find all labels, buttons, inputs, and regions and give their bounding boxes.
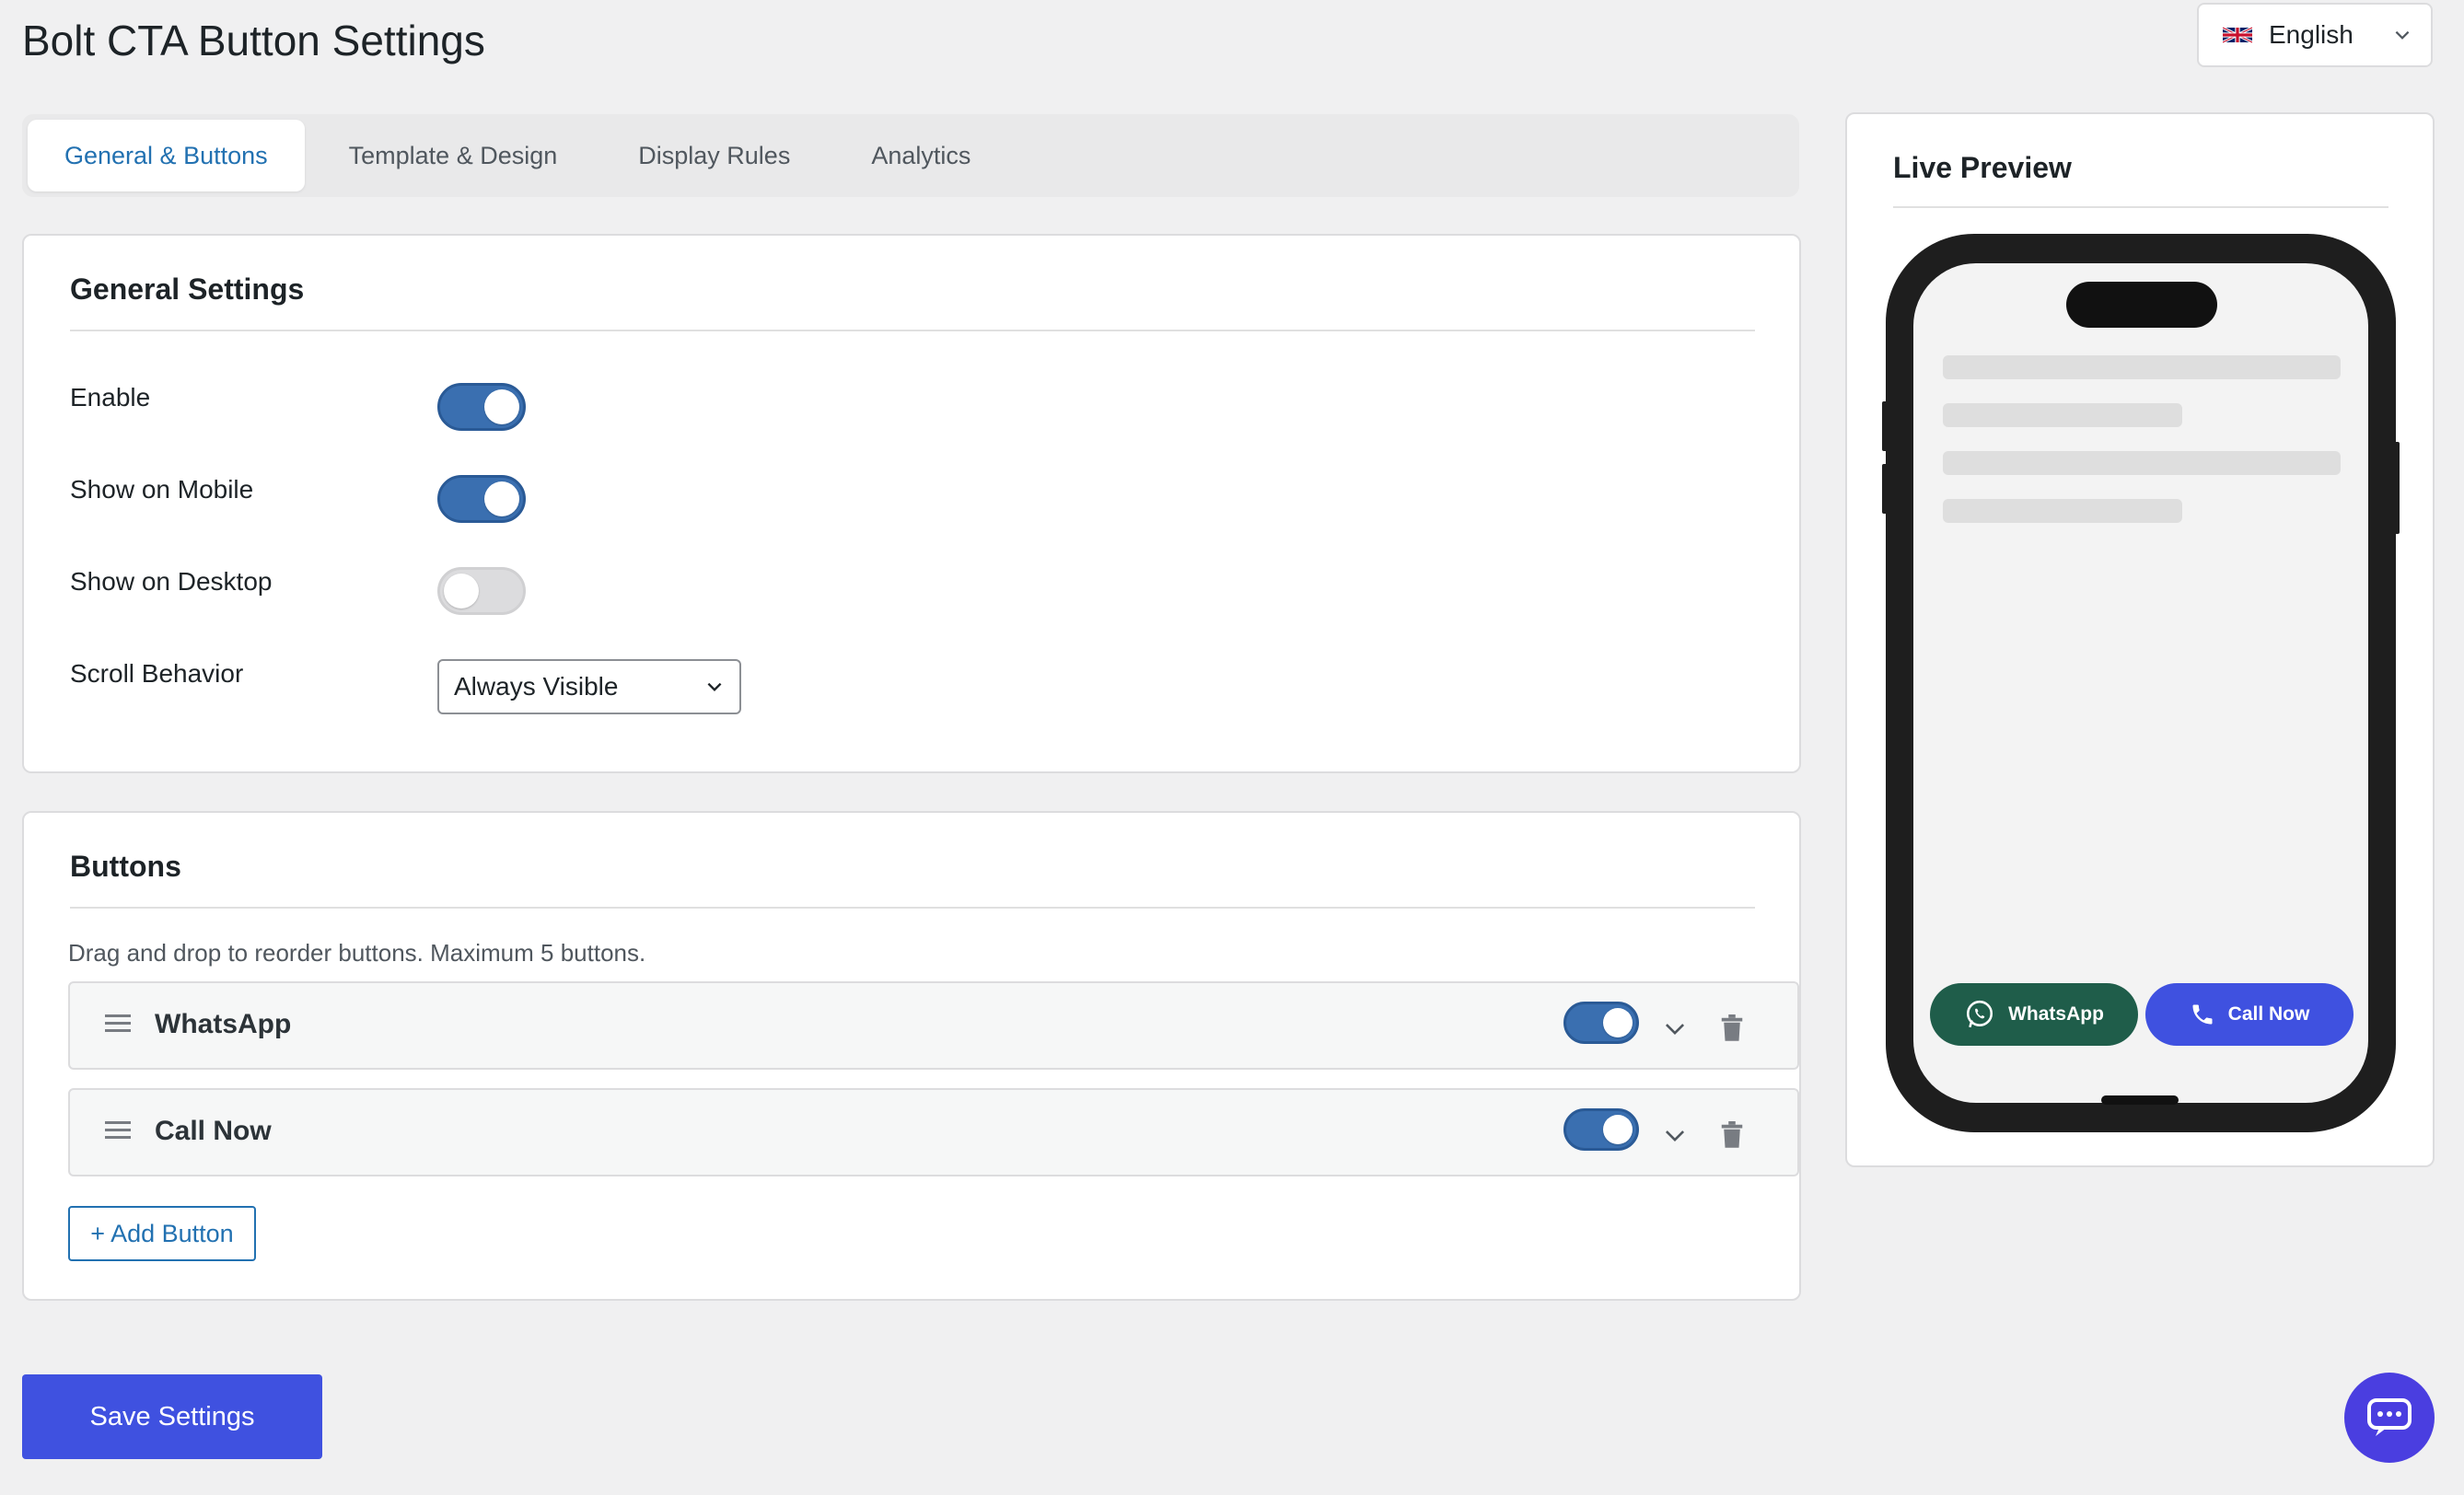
divider	[1893, 206, 2388, 208]
button-row-call-now[interactable]: Call Now	[68, 1088, 1799, 1176]
phone-icon	[2192, 1004, 2213, 1025]
chevron-down-icon	[2395, 30, 2410, 40]
enable-label: Enable	[70, 383, 151, 411]
dynamic-island	[2066, 282, 2217, 328]
chat-support-button[interactable]	[2344, 1373, 2435, 1463]
language-label: English	[2269, 20, 2354, 49]
chevron-down-icon	[707, 682, 722, 692]
live-preview-title: Live Preview	[1893, 151, 2072, 184]
general-settings-card: General Settings Enable Show on Mobile S…	[22, 234, 1801, 773]
buttons-title: Buttons	[70, 850, 181, 883]
language-selector[interactable]: English	[2197, 3, 2433, 67]
tab-template-design[interactable]: Template & Design	[312, 120, 595, 191]
button-row-label: WhatsApp	[155, 1009, 292, 1039]
phone-mockup: WhatsApp Call Now	[1886, 234, 2396, 1132]
buttons-hint: Drag and drop to reorder buttons. Maximu…	[68, 939, 646, 967]
divider	[70, 907, 1755, 909]
tab-bar: General & Buttons Template & Design Disp…	[22, 114, 1799, 197]
skeleton-line	[1943, 355, 2341, 379]
show-desktop-label: Show on Desktop	[70, 567, 273, 596]
chevron-down-icon[interactable]	[1663, 1123, 1687, 1147]
drag-handle-icon[interactable]	[105, 1013, 131, 1035]
trash-icon[interactable]	[1720, 1121, 1744, 1149]
save-settings-button[interactable]: Save Settings	[22, 1374, 322, 1459]
button-row-whatsapp[interactable]: WhatsApp	[68, 981, 1799, 1070]
preview-whatsapp-label: WhatsApp	[2008, 1003, 2104, 1025]
page-title: Bolt CTA Button Settings	[22, 17, 485, 64]
preview-call-now-label: Call Now	[2227, 1003, 2310, 1025]
scroll-behavior-select[interactable]: Always Visible	[437, 659, 741, 714]
tab-general-buttons[interactable]: General & Buttons	[28, 120, 305, 191]
phone-screen: WhatsApp Call Now	[1913, 263, 2368, 1103]
preview-whatsapp-button[interactable]: WhatsApp	[1930, 983, 2138, 1046]
call-now-toggle[interactable]	[1563, 1108, 1639, 1151]
divider	[70, 330, 1755, 331]
chat-icon	[2367, 1398, 2412, 1436]
phone-home-indicator	[2101, 1095, 2179, 1105]
enable-toggle[interactable]	[437, 383, 526, 431]
scroll-behavior-label: Scroll Behavior	[70, 659, 244, 688]
skeleton-line	[1943, 403, 2182, 427]
skeleton-line	[1943, 499, 2182, 523]
chevron-down-icon[interactable]	[1663, 1016, 1687, 1040]
add-button[interactable]: + Add Button	[68, 1206, 256, 1261]
show-mobile-toggle[interactable]	[437, 475, 526, 523]
button-row-label: Call Now	[155, 1116, 272, 1146]
uk-flag-icon	[2223, 26, 2252, 44]
whatsapp-icon	[1967, 1000, 1993, 1028]
trash-icon[interactable]	[1720, 1014, 1744, 1042]
general-settings-title: General Settings	[70, 272, 305, 306]
tab-analytics[interactable]: Analytics	[834, 120, 1007, 191]
scroll-behavior-value: Always Visible	[454, 672, 619, 701]
tab-display-rules[interactable]: Display Rules	[601, 120, 827, 191]
preview-call-now-button[interactable]: Call Now	[2145, 983, 2354, 1046]
drag-handle-icon[interactable]	[105, 1119, 131, 1142]
show-mobile-label: Show on Mobile	[70, 475, 254, 504]
whatsapp-toggle[interactable]	[1563, 1002, 1639, 1044]
skeleton-line	[1943, 451, 2341, 475]
show-desktop-toggle[interactable]	[437, 567, 526, 615]
